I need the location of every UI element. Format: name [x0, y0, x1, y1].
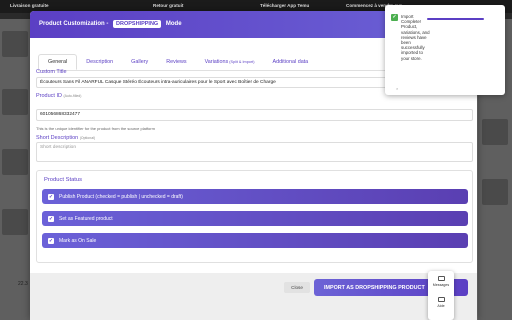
custom-title-label: Custom Title	[36, 69, 67, 75]
help-icon	[437, 297, 445, 302]
publish-option-label: Publish Product (checked = publish | unc…	[59, 193, 183, 200]
featured-product-option[interactable]: ✓ Set as Featured product	[42, 211, 468, 226]
bg-thumbnail	[482, 119, 508, 145]
bg-thumbnail	[2, 89, 28, 115]
success-check-icon: ✓	[391, 14, 398, 21]
bg-thumbnail	[2, 149, 28, 175]
featured-checkbox[interactable]: ✓	[48, 215, 54, 222]
tab-bar: General Description Gallery Reviews Vari…	[38, 54, 317, 70]
modal-title-prefix: Product Customization -	[39, 21, 109, 27]
messages-widget-button[interactable]: Messages	[428, 276, 454, 287]
tab-variations[interactable]: Variations (Split & Import)	[196, 54, 264, 70]
bg-price-text: 22.3	[18, 281, 28, 287]
bg-topbar-item: Livraison gratuite	[10, 3, 49, 8]
messages-label: Messages	[432, 283, 450, 287]
publish-checkbox[interactable]: ✓	[48, 193, 54, 200]
toast-close-icon[interactable]: ×	[396, 86, 398, 91]
tab-general[interactable]: General	[38, 54, 78, 70]
floating-support-widget: Messages Aide	[428, 271, 454, 320]
tab-reviews[interactable]: Reviews	[157, 54, 195, 70]
tab-variations-note: (Split & Import)	[229, 60, 255, 64]
bg-topbar-item: Télécharger App Temu	[260, 3, 310, 8]
short-description-input[interactable]: Short description	[36, 142, 473, 162]
short-description-label-note: (Optional)	[79, 136, 96, 140]
featured-option-label: Set as Featured product	[59, 215, 113, 222]
product-status-section: Product Status ✓ Publish Product (checke…	[36, 170, 473, 263]
import-complete-toast: ✓ Import Complete! Product, variations, …	[385, 5, 505, 95]
help-label: Aide	[437, 304, 445, 308]
modal-title: Product Customization - DROPSHIPPING Mod…	[39, 20, 182, 28]
tab-description[interactable]: Description	[77, 54, 122, 70]
on-sale-option-label: Mark as On Sale	[59, 237, 97, 244]
mode-badge: DROPSHIPPING	[113, 20, 162, 28]
short-description-label: Short Description (Optional)	[36, 135, 96, 141]
product-status-title: Product Status	[44, 177, 83, 183]
bg-topbar-item: Retour gratuit	[153, 3, 184, 8]
product-id-hint: This is the unique identifier for the pr…	[36, 126, 155, 131]
product-id-label-note: (Auto-filled)	[63, 94, 82, 98]
modal-footer: Close IMPORT AS DROPSHIPPING PRODUCT	[30, 273, 477, 320]
tab-gallery[interactable]: Gallery	[122, 54, 157, 70]
bg-thumbnail	[482, 179, 508, 205]
tab-additional-data[interactable]: Additional data	[264, 54, 318, 70]
close-button[interactable]: Close	[284, 282, 310, 293]
bg-thumbnail	[2, 31, 28, 57]
on-sale-option[interactable]: ✓ Mark as On Sale	[42, 233, 468, 248]
publish-product-option[interactable]: ✓ Publish Product (checked = publish | u…	[42, 189, 468, 204]
product-id-label: Product ID (Auto-filled)	[36, 93, 82, 99]
product-id-input[interactable]: 601056868332477	[36, 109, 473, 121]
background-left-column	[0, 19, 30, 320]
help-widget-button[interactable]: Aide	[428, 297, 454, 308]
message-icon	[437, 276, 445, 281]
on-sale-checkbox[interactable]: ✓	[48, 237, 54, 244]
toast-progress-bar	[427, 18, 484, 20]
bg-thumbnail	[2, 209, 28, 235]
toast-message: Import Complete! Product, variations, an…	[401, 14, 430, 61]
modal-title-suffix: Mode	[165, 21, 182, 27]
